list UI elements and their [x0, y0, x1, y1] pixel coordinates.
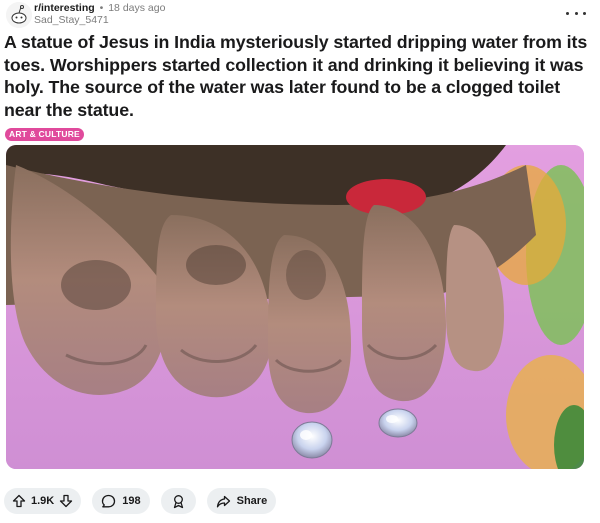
award-icon [173, 494, 183, 508]
post-age: 18 days ago [108, 2, 166, 14]
menu-dot [574, 11, 578, 15]
comment-bubble-icon [102, 494, 116, 507]
arrow-up-icon[interactable] [12, 494, 26, 508]
action-bar: 1.9K 198 Share [4, 488, 277, 514]
vote-score: 1.9K [31, 495, 55, 507]
comments-button[interactable]: 198 [92, 488, 150, 514]
author-name[interactable]: Sad_Stay_5471 [34, 14, 165, 26]
post-title[interactable]: A statue of Jesus in India mysteriously … [4, 31, 590, 121]
post-flair[interactable]: ART & CULTURE [5, 128, 84, 141]
share-arrow-icon [216, 495, 230, 507]
meta-separator: • [99, 2, 104, 14]
menu-dot [583, 11, 586, 15]
share-button[interactable]: Share [206, 488, 277, 514]
statue-feet-photo [6, 145, 584, 469]
comment-count: 198 [122, 495, 141, 507]
post-meta: r/interesting • 18 days ago Sad_Stay_547… [34, 2, 165, 26]
post-image[interactable] [6, 145, 584, 469]
award-button[interactable] [160, 488, 196, 514]
post-header: r/interesting • 18 days ago Sad_Stay_547… [6, 2, 594, 28]
arrow-down-icon[interactable] [59, 494, 73, 508]
subreddit-name[interactable]: r/interesting [34, 2, 95, 14]
more-options-button[interactable] [566, 6, 586, 20]
more-horizontal-icon [566, 11, 569, 15]
share-label: Share [236, 495, 268, 507]
subreddit-avatar[interactable] [6, 2, 32, 28]
vote-control: 1.9K [4, 488, 82, 514]
snoo-icon [6, 2, 32, 28]
